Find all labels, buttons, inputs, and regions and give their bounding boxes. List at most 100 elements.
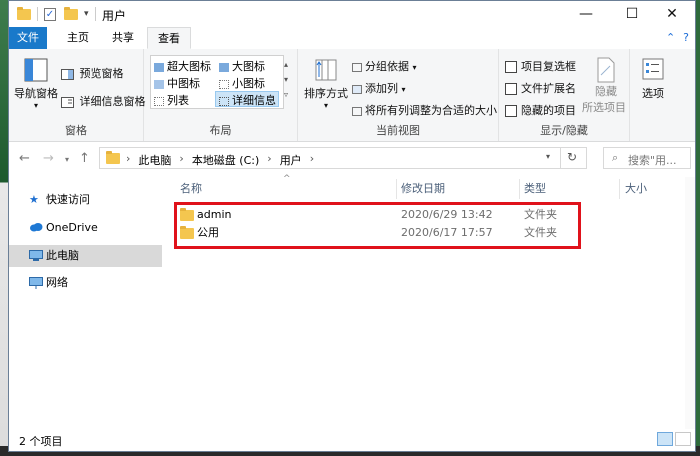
layout-group-label: 布局 — [209, 124, 232, 137]
window-title: 用户 — [102, 9, 127, 23]
sort-icon — [315, 59, 337, 81]
large-icons-toggle-icon[interactable] — [675, 432, 691, 446]
file-extensions-checkbox[interactable] — [505, 83, 517, 95]
item-checkboxes-toggle[interactable]: 项目复选框 — [505, 58, 576, 74]
nav-pane-button[interactable]: 导航窗格 ▾ — [13, 57, 59, 110]
tab-share[interactable]: 共享 — [102, 27, 144, 49]
hidden-items-toggle[interactable]: 隐藏的项目 — [505, 102, 576, 118]
nav-item-onedrive[interactable]: OneDrive — [9, 217, 162, 239]
search-icon: ⌕ — [612, 151, 619, 164]
options-group: 选项 — [630, 49, 674, 141]
add-column-icon — [352, 84, 362, 94]
file-list: ^ 名称 修改日期 类型 大小 admin 2020/6/29 13:42 文件… — [164, 174, 695, 429]
file-extensions-toggle[interactable]: 文件扩展名 — [505, 80, 576, 96]
details-view-toggle-icon[interactable] — [657, 432, 673, 446]
column-header-name[interactable]: 名称 — [180, 177, 202, 201]
group-by-button[interactable]: 分组依据 ▾ — [352, 58, 417, 74]
layout-medium-icons[interactable]: 中图标 — [154, 75, 200, 91]
back-arrow-icon[interactable]: ← — [19, 151, 30, 166]
chevron-down-icon: ▾ — [401, 85, 406, 94]
address-bar[interactable]: › 此电脑 › 本地磁盘 (C:) › 用户 › ▾ ↻ — [99, 147, 587, 169]
column-header-date[interactable]: 修改日期 — [401, 177, 445, 201]
small-icons-icon — [219, 79, 229, 89]
column-divider[interactable] — [619, 179, 620, 199]
preview-pane-label: 预览窗格 — [79, 67, 124, 80]
tab-file[interactable]: 文件 — [9, 27, 47, 49]
file-extensions-label: 文件扩展名 — [521, 82, 576, 95]
search-input[interactable]: 搜索"用... — [628, 152, 677, 168]
new-folder-icon[interactable] — [64, 6, 78, 20]
breadcrumb-users[interactable]: 用户 — [280, 152, 302, 168]
folder-icon — [106, 151, 120, 164]
search-box[interactable]: ⌕ 搜索"用... — [603, 147, 691, 169]
address-history-icon[interactable]: ▾ — [546, 152, 550, 161]
options-button[interactable]: 选项 — [636, 57, 670, 101]
layout-item-label: 中图标 — [167, 77, 200, 90]
customize-toolbar-icon[interactable]: ▾ — [84, 9, 89, 19]
details-pane-button[interactable]: 详细信息窗格 — [61, 93, 146, 109]
nav-item-label: OneDrive — [46, 221, 98, 234]
column-divider[interactable] — [519, 179, 520, 199]
details-pane-icon — [61, 96, 74, 108]
title-bar: ✓ ▾ 用户 — ☐ ✕ — [9, 1, 695, 27]
status-bar: 2 个项目 — [9, 429, 695, 451]
nav-item-quick-access[interactable]: ★ 快速访问 — [9, 189, 162, 211]
breadcrumb-separator-icon: › — [179, 152, 184, 165]
collapse-ribbon-icon[interactable]: ⌃ — [666, 31, 675, 44]
layout-extra-large-icons[interactable]: 超大图标 — [154, 58, 211, 74]
sort-by-button[interactable]: 排序方式 ▾ — [304, 57, 348, 110]
breadcrumb: › 此电脑 › 本地磁盘 (C:) › 用户 › — [126, 152, 314, 168]
ribbon-tabs: 文件 主页 共享 查看 ⌃ ? — [9, 27, 695, 50]
folder-icon — [17, 6, 31, 20]
help-icon[interactable]: ? — [683, 31, 689, 44]
column-header-size[interactable]: 大小 — [625, 177, 647, 201]
large-icons-icon — [219, 62, 229, 72]
nav-item-label: 快速访问 — [46, 193, 90, 206]
hidden-items-checkbox[interactable] — [505, 105, 517, 117]
breadcrumb-local-disk[interactable]: 本地磁盘 (C:) — [192, 152, 259, 168]
star-icon: ★ — [29, 193, 39, 206]
preview-pane-button[interactable]: 预览窗格 — [61, 65, 124, 81]
properties-icon[interactable]: ✓ — [44, 7, 56, 21]
group-by-label: 分组依据 — [365, 60, 409, 73]
show-hide-group: 项目复选框 文件扩展名 隐藏的项目 隐藏 所选项目 显示/隐藏 — [499, 49, 630, 141]
forward-arrow-icon[interactable]: → — [43, 151, 54, 166]
explorer-window: ✓ ▾ 用户 — ☐ ✕ 文件 主页 共享 查看 ⌃ ? 导航窗格 ▾ 预览窗格… — [8, 0, 696, 452]
column-divider[interactable] — [396, 179, 397, 199]
breadcrumb-this-pc[interactable]: 此电脑 — [138, 152, 171, 168]
nav-pane-icon — [24, 58, 48, 82]
current-view-group: 排序方式 ▾ 分组依据 ▾ 添加列 ▾ 将所有列调整为合适的大小 当前视图 — [298, 49, 499, 141]
item-checkboxes-checkbox[interactable] — [505, 61, 517, 73]
layout-item-label: 小图标 — [232, 77, 265, 90]
column-header-type[interactable]: 类型 — [524, 177, 546, 201]
layout-item-label: 大图标 — [232, 60, 265, 73]
hide-selected-label: 隐藏 — [595, 85, 617, 98]
fit-columns-button[interactable]: 将所有列调整为合适的大小 — [352, 102, 497, 118]
layout-small-icons[interactable]: 小图标 — [219, 75, 265, 91]
nav-item-network[interactable]: 网络 — [9, 272, 162, 294]
layout-scroll-buttons[interactable]: ▴ ▾ ▿ — [284, 57, 288, 102]
scrollbar[interactable] — [685, 177, 695, 429]
refresh-icon[interactable]: ↻ — [567, 150, 577, 164]
nav-item-this-pc[interactable]: 此电脑 — [9, 245, 162, 267]
recent-locations-icon[interactable]: ▾ — [65, 155, 69, 164]
tab-home[interactable]: 主页 — [57, 27, 99, 49]
tab-view[interactable]: 查看 — [147, 27, 191, 49]
sort-ascending-icon: ^ — [283, 174, 291, 184]
close-button[interactable]: ✕ — [649, 1, 695, 27]
add-column-label: 添加列 — [365, 82, 398, 95]
hide-selected-button[interactable]: 隐藏 所选项目 — [582, 57, 627, 115]
minimize-button[interactable]: — — [563, 1, 609, 27]
up-arrow-icon[interactable]: ↑ — [79, 151, 90, 166]
toolbar-divider — [94, 7, 96, 21]
options-icon — [642, 58, 664, 80]
chevron-down-icon: ▾ — [412, 63, 417, 72]
ribbon: 导航窗格 ▾ 预览窗格 详细信息窗格 窗格 超大图标 大图标 中图标 小图标 列… — [9, 49, 695, 142]
add-column-button[interactable]: 添加列 ▾ — [352, 80, 406, 96]
layout-list[interactable]: 列表 — [154, 92, 189, 108]
layout-large-icons[interactable]: 大图标 — [219, 58, 265, 74]
layout-details[interactable]: 详细信息 — [215, 91, 279, 107]
details-pane-label: 详细信息窗格 — [79, 95, 146, 108]
navigation-pane: ★ 快速访问 OneDrive 此电脑 网络 — [9, 177, 162, 429]
nav-item-label: 网络 — [46, 276, 68, 289]
